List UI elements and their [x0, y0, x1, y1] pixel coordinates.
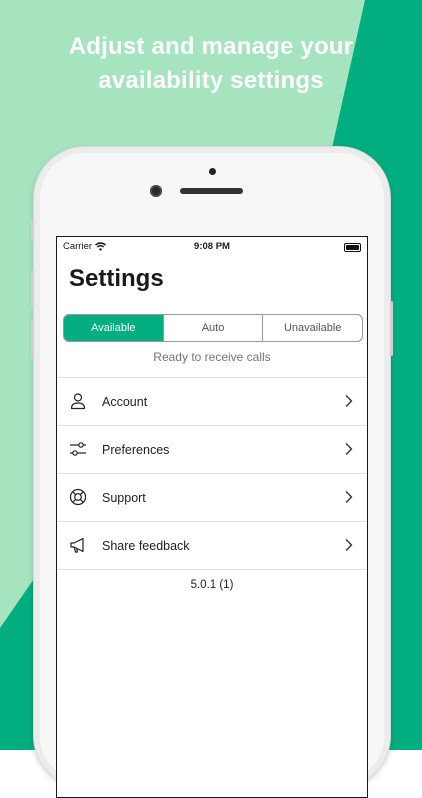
chevron-right-icon — [345, 539, 353, 551]
menu-item-account[interactable]: Account — [57, 378, 367, 426]
menu-item-label: Account — [102, 394, 148, 409]
promo-headline-line1: Adjust and manage your — [68, 33, 354, 60]
phone-frame: Carrier 9:08 PM Settings Available Auto … — [31, 146, 393, 798]
proximity-sensor — [209, 168, 216, 175]
chevron-right-icon — [345, 443, 353, 455]
volume-up-button — [31, 270, 34, 310]
availability-segmented-control: Available Auto Unavailable — [63, 314, 363, 342]
phone-screen: Carrier 9:08 PM Settings Available Auto … — [56, 236, 368, 798]
person-icon — [70, 393, 86, 410]
availability-status-text: Ready to receive calls — [153, 350, 271, 364]
menu-item-preferences[interactable]: Preferences — [57, 426, 367, 474]
menu-item-support[interactable]: Support — [57, 474, 367, 522]
settings-menu: Account Preferences Support Share feedba… — [57, 377, 367, 570]
page-title: Settings — [69, 265, 164, 292]
earpiece-speaker — [180, 188, 243, 194]
chevron-right-icon — [345, 395, 353, 407]
menu-item-label: Support — [102, 490, 146, 505]
volume-down-button — [31, 319, 34, 359]
menu-item-label: Share feedback — [102, 538, 190, 553]
camera-icon — [150, 185, 162, 197]
promo-headline: Adjust and manage your availability sett… — [0, 30, 422, 98]
segment-available[interactable]: Available — [64, 315, 163, 341]
mute-switch — [31, 219, 34, 241]
sliders-icon — [70, 442, 86, 456]
menu-item-share-feedback[interactable]: Share feedback — [57, 522, 367, 570]
status-time: 9:08 PM — [194, 241, 230, 252]
promo-headline-line2: availability settings — [98, 67, 324, 94]
chevron-right-icon — [345, 491, 353, 503]
segment-auto[interactable]: Auto — [162, 315, 263, 341]
power-button — [390, 301, 393, 356]
menu-item-label: Preferences — [102, 442, 170, 457]
status-bar: Carrier 9:08 PM — [57, 241, 367, 255]
app-version: 5.0.1 (1) — [190, 579, 234, 591]
segment-unavailable[interactable]: Unavailable — [262, 315, 362, 341]
megaphone-icon — [70, 537, 84, 553]
lifebuoy-icon — [69, 488, 87, 506]
battery-icon — [344, 243, 361, 252]
